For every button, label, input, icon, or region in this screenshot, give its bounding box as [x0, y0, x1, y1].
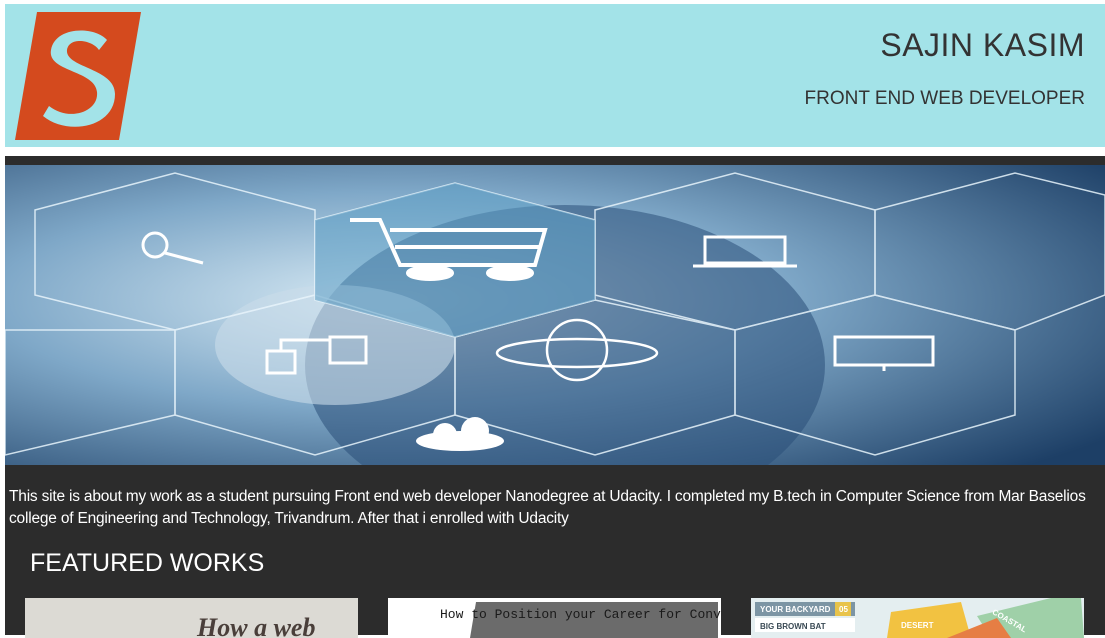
featured-work-1[interactable]: How a web [25, 598, 358, 638]
site-owner-role: FRONT END WEB DEVELOPER [804, 88, 1085, 109]
logo-icon [15, 12, 141, 140]
about-text: This site is about my work as a student … [9, 488, 1086, 527]
site-header: SAJIN KASIM FRONT END WEB DEVELOPER [5, 4, 1105, 147]
featured-work-3[interactable]: YOUR BACKYARD 05 BIG BROWN BAT DESERT CO… [751, 598, 1084, 638]
work-3-sub: BIG BROWN BAT [760, 622, 826, 631]
work-3-tag-1: DESERT [901, 621, 934, 630]
work-3-title: YOUR BACKYARD [760, 605, 831, 614]
work-3-number: 05 [839, 605, 848, 614]
main-content: This site is about my work as a student … [5, 156, 1105, 638]
work-1-caption: How a web [196, 613, 315, 638]
site-owner-name: SAJIN KASIM [880, 27, 1085, 63]
featured-work-2[interactable]: How to Position your Career for Convulsi… [388, 598, 721, 638]
hero-image [5, 165, 1105, 465]
featured-heading: FEATURED WORKS [30, 549, 265, 577]
work-2-caption: How to Position your Career for Convulsi… [440, 607, 721, 622]
